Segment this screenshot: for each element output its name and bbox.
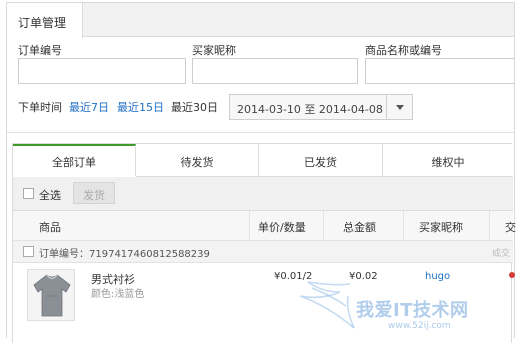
order-no-label: 订单编号	[18, 44, 62, 57]
last-7-days-link[interactable]: 最近7日	[69, 99, 109, 115]
date-range-select[interactable]: 2014-03-10 至 2014-04-08	[229, 94, 413, 120]
col-price-qty: 单价/数量	[258, 221, 306, 234]
watermark-text: 我爱IT技术网	[356, 300, 469, 321]
chevron-down-icon	[396, 105, 404, 110]
order-status: 成交	[492, 249, 511, 259]
column-divider	[489, 211, 490, 241]
date-range-text: 2014-03-10 至 2014-04-08	[237, 103, 383, 116]
buyer-nick-input[interactable]	[192, 58, 358, 84]
tab-pending-shipment[interactable]: 待发货	[136, 144, 259, 177]
tab-shipped[interactable]: 已发货	[259, 144, 383, 177]
tshirt-icon	[33, 274, 71, 317]
select-all-label: 全选	[39, 189, 61, 202]
column-divider	[323, 211, 324, 241]
col-product: 商品	[39, 221, 61, 234]
order-number: 订单编号：7197417460812588239	[39, 249, 210, 260]
col-buyer: 买家昵称	[419, 221, 463, 234]
watermark-url: www.52ij.com	[388, 321, 451, 331]
ship-button[interactable]: 发货	[73, 182, 115, 204]
tab-all-orders[interactable]: 全部订单	[13, 144, 136, 177]
bulk-toolbar: 全选 发货	[13, 177, 513, 211]
column-divider	[403, 211, 404, 241]
date-range-dropdown-button[interactable]	[386, 95, 412, 119]
product-label: 商品名称或编号	[365, 44, 442, 57]
divider	[7, 132, 514, 133]
last-15-days-link[interactable]: 最近15日	[117, 99, 164, 115]
col-total: 总金额	[343, 221, 376, 234]
table-header: 商品 单价/数量 总金额 买家昵称 交	[13, 211, 516, 241]
column-divider	[249, 211, 250, 241]
product-thumbnail[interactable]	[27, 269, 75, 321]
buyer-nick-label: 买家昵称	[192, 44, 236, 57]
product-attributes: 颜色:浅蓝色	[91, 289, 145, 300]
top-tab-bar: 订单管理	[7, 3, 514, 38]
last-30-days-selected[interactable]: 最近30日	[171, 99, 218, 115]
order-no-input[interactable]	[18, 58, 186, 84]
order-checkbox[interactable]	[23, 246, 34, 257]
order-header-row: 订单编号：7197417460812588239 成交	[13, 241, 513, 263]
tab-disputes[interactable]: 维权中	[383, 144, 513, 177]
product-input[interactable]	[365, 58, 514, 84]
col-deal: 交	[505, 221, 516, 234]
tab-order-management[interactable]: 订单管理	[7, 3, 83, 38]
order-time-label: 下单时间	[18, 101, 62, 114]
select-all-checkbox[interactable]	[23, 188, 34, 199]
